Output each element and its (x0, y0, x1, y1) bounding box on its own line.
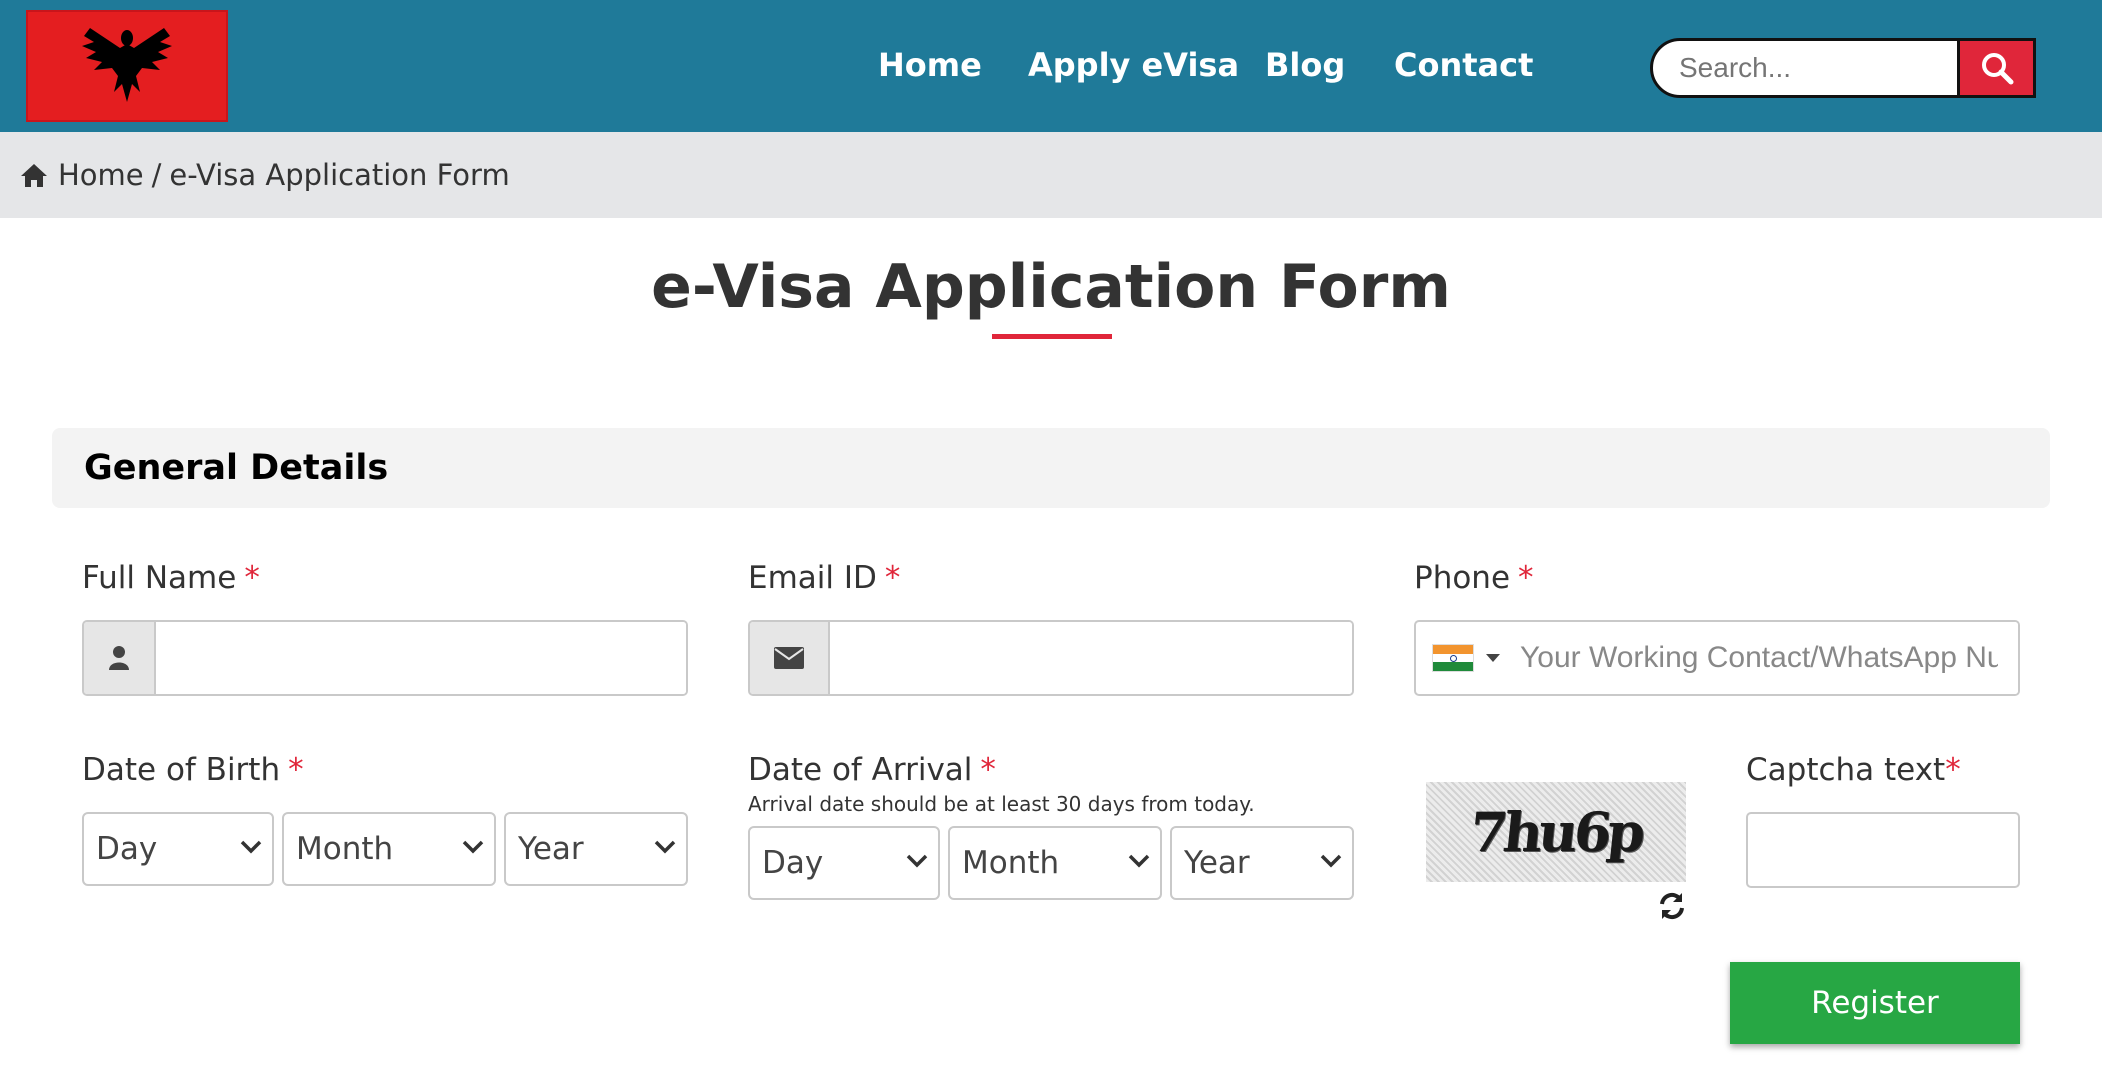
full-name-group (82, 620, 688, 696)
site-header: Home Apply eVisa Blog Contact (0, 0, 2102, 132)
doa-month-select[interactable]: Month (948, 826, 1162, 900)
albania-flag-logo[interactable] (26, 10, 228, 122)
dob-year-value: Year (518, 831, 584, 867)
breadcrumb-home-link[interactable]: Home (58, 158, 144, 192)
required-mark: * (244, 560, 260, 596)
search-input[interactable] (1650, 38, 1960, 98)
required-mark: * (1945, 752, 1961, 788)
required-mark: * (288, 752, 304, 788)
doa-month-value: Month (962, 845, 1060, 881)
doa-year-select[interactable]: Year (1170, 826, 1354, 900)
captcha-code: 7hu6p (1466, 800, 1646, 864)
dob-label: Date of Birth * (82, 752, 304, 788)
phone-label: Phone * (1414, 560, 1534, 596)
section-title: General Details (52, 428, 2050, 508)
search-button[interactable] (1960, 38, 2036, 98)
home-icon (20, 162, 48, 188)
full-name-input[interactable] (156, 622, 686, 694)
section-title-text: General Details (84, 448, 389, 488)
chevron-down-icon (1320, 854, 1342, 868)
email-input[interactable] (830, 622, 1352, 694)
dob-day-value: Day (96, 831, 158, 867)
breadcrumb-separator: / (151, 158, 162, 192)
refresh-icon[interactable] (1656, 890, 1688, 927)
nav-blog[interactable]: Blog (1265, 46, 1345, 84)
phone-label-text: Phone (1414, 560, 1511, 596)
doa-hint: Arrival date should be at least 30 days … (748, 792, 1255, 816)
nav-contact[interactable]: Contact (1394, 46, 1533, 84)
search-icon (1981, 53, 2013, 85)
email-label: Email ID * (748, 560, 900, 596)
doa-label-text: Date of Arrival (748, 752, 973, 788)
dob-day-select[interactable]: Day (82, 812, 274, 886)
register-button[interactable]: Register (1730, 962, 2020, 1044)
full-name-label: Full Name * (82, 560, 260, 596)
required-mark: * (980, 752, 996, 788)
required-mark: * (1518, 560, 1534, 596)
doa-day-select[interactable]: Day (748, 826, 940, 900)
required-mark: * (884, 560, 901, 596)
india-flag-icon (1432, 644, 1474, 672)
nav-apply-evisa[interactable]: Apply eVisa (1028, 46, 1239, 84)
chevron-down-icon (1128, 854, 1150, 868)
phone-input[interactable] (1516, 622, 2018, 694)
eagle-icon (82, 28, 172, 102)
chevron-down-icon (1486, 654, 1500, 662)
captcha-image: 7hu6p (1426, 782, 1686, 882)
email-group (748, 620, 1354, 696)
dob-month-select[interactable]: Month (282, 812, 496, 886)
doa-label: Date of Arrival * (748, 752, 996, 788)
chevron-down-icon (240, 840, 262, 854)
captcha-input[interactable] (1746, 812, 2020, 888)
phone-group (1414, 620, 2020, 696)
envelope-icon (750, 622, 830, 694)
doa-year-value: Year (1184, 845, 1250, 881)
email-label-text: Email ID (748, 560, 877, 596)
chevron-down-icon (654, 840, 676, 854)
dob-month-value: Month (296, 831, 394, 867)
title-underline (992, 334, 1112, 339)
dob-label-text: Date of Birth (82, 752, 281, 788)
dob-year-select[interactable]: Year (504, 812, 688, 886)
chevron-down-icon (462, 840, 484, 854)
country-code-select[interactable] (1416, 622, 1516, 694)
captcha-label: Captcha text* (1746, 752, 1961, 788)
chevron-down-icon (906, 854, 928, 868)
full-name-label-text: Full Name (82, 560, 237, 596)
captcha-label-text: Captcha text (1746, 752, 1946, 788)
nav-home[interactable]: Home (878, 46, 982, 84)
user-icon (84, 622, 156, 694)
page-title: e-Visa Application Form (651, 252, 1451, 322)
doa-day-value: Day (762, 845, 824, 881)
breadcrumb: Home / e-Visa Application Form (0, 132, 2102, 218)
breadcrumb-current: e-Visa Application Form (169, 158, 510, 192)
search-box (1650, 38, 2036, 98)
